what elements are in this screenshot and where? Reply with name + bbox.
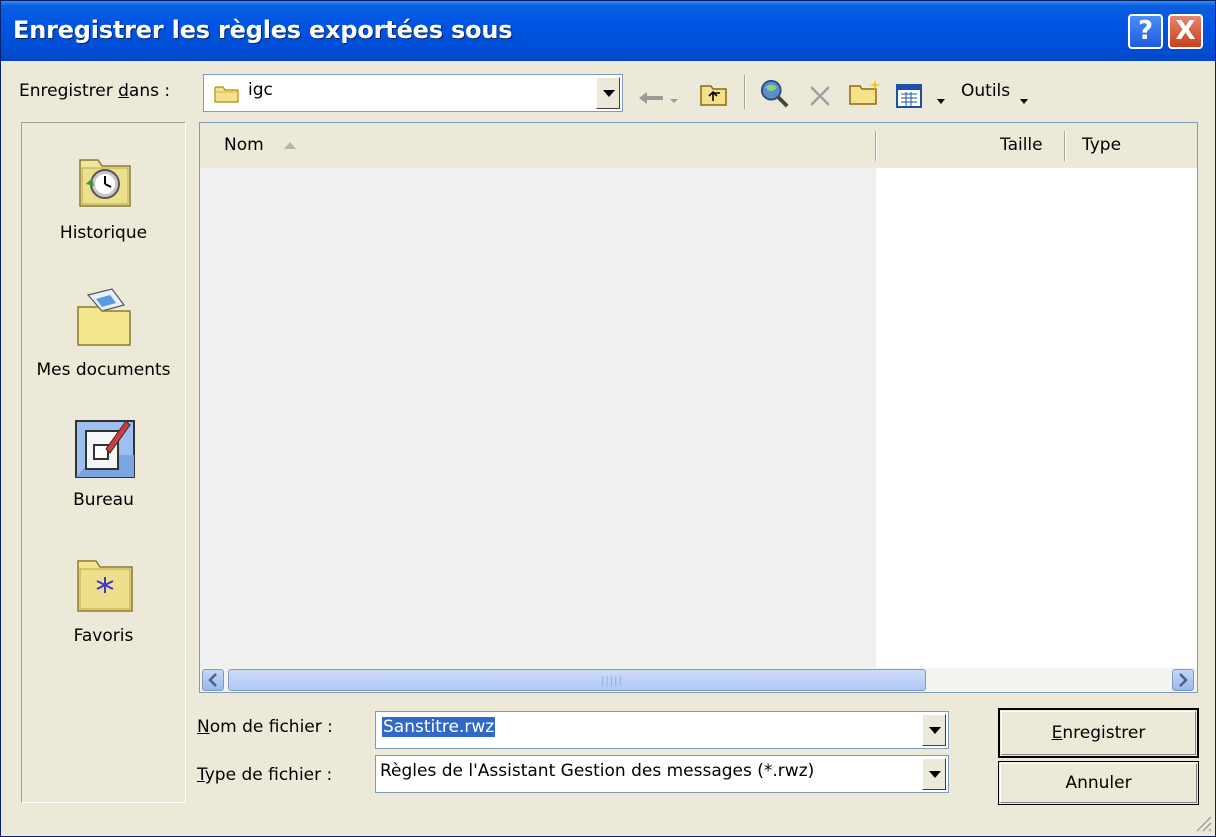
cancel-button[interactable]: Annuler	[998, 761, 1199, 805]
file-name-value: Sanstitre.rwz	[382, 717, 496, 737]
column-divider[interactable]	[875, 131, 877, 161]
back-icon[interactable]	[637, 83, 665, 113]
chevron-right-icon	[1179, 673, 1188, 687]
chevron-down-icon[interactable]	[596, 77, 620, 109]
history-icon	[78, 159, 131, 207]
toolbar-separator	[744, 75, 746, 109]
file-list-header: Nom Taille Type	[200, 123, 1197, 168]
scroll-left-button[interactable]	[202, 669, 224, 691]
horizontal-scrollbar[interactable]: |||||	[200, 668, 1197, 692]
views-dropdown-icon[interactable]	[935, 87, 947, 117]
scrollbar-grip: |||||	[601, 676, 623, 687]
place-desktop[interactable]: Bureau	[22, 415, 185, 510]
column-type-header[interactable]: Type	[1082, 135, 1121, 155]
save-in-dropdown[interactable]: igc	[203, 74, 623, 112]
dialog-title: Enregistrer les règles exportées sous	[13, 16, 513, 44]
chevron-down-icon[interactable]	[922, 714, 946, 746]
current-folder-name: igc	[248, 80, 273, 100]
file-type-value: Règles de l'Assistant Gestion des messag…	[380, 761, 815, 781]
my-documents-icon	[76, 288, 131, 346]
place-label: Favoris	[73, 626, 134, 646]
column-divider[interactable]	[1064, 131, 1066, 161]
save-button[interactable]: Enregistrer	[998, 708, 1199, 758]
file-list[interactable]: Nom Taille Type |||||	[199, 122, 1198, 693]
back-dropdown-icon[interactable]	[668, 85, 680, 115]
search-web-icon[interactable]	[758, 78, 792, 108]
close-button[interactable]: X	[1168, 14, 1203, 49]
favorites-icon	[76, 560, 133, 612]
desktop-icon	[74, 420, 135, 478]
chevron-down-icon[interactable]	[922, 758, 946, 790]
place-label: Mes documents	[36, 360, 171, 380]
file-list-name-column	[200, 168, 876, 668]
place-my-documents[interactable]: Mes documents	[22, 285, 185, 380]
sort-ascending-icon	[284, 142, 297, 149]
resize-grip-icon[interactable]	[1193, 813, 1213, 833]
scroll-right-button[interactable]	[1172, 669, 1194, 691]
place-label: Bureau	[73, 490, 134, 510]
place-history[interactable]: Historique	[22, 148, 185, 243]
views-icon[interactable]	[895, 81, 925, 111]
folder-icon	[214, 86, 239, 103]
file-name-label: Nom de fichier :	[197, 717, 333, 737]
delete-icon[interactable]	[807, 81, 833, 111]
column-name-header[interactable]: Nom	[224, 135, 297, 155]
title-bar[interactable]: Enregistrer les règles exportées sous ? …	[1, 1, 1215, 61]
save-dialog: Enregistrer les règles exportées sous ? …	[0, 0, 1216, 837]
place-label: Historique	[59, 223, 148, 243]
file-type-label: Type de fichier :	[197, 765, 333, 785]
place-favorites[interactable]: Favoris	[22, 551, 185, 646]
scrollbar-thumb[interactable]: |||||	[228, 669, 926, 691]
save-in-label: Enregistrer dans :	[19, 81, 171, 101]
column-size-header[interactable]: Taille	[1000, 135, 1043, 155]
chevron-left-icon	[208, 673, 217, 687]
tools-menu[interactable]: Outils	[961, 81, 1010, 101]
up-folder-icon[interactable]	[699, 79, 729, 109]
places-bar: Historique Mes documents Bureau Favoris	[21, 122, 186, 803]
file-name-input[interactable]: Sanstitre.rwz	[375, 711, 949, 749]
tools-dropdown-icon[interactable]	[1018, 87, 1030, 117]
file-type-select[interactable]: Règles de l'Assistant Gestion des messag…	[375, 755, 949, 793]
help-button[interactable]: ?	[1128, 14, 1163, 49]
new-folder-icon[interactable]	[848, 77, 884, 107]
